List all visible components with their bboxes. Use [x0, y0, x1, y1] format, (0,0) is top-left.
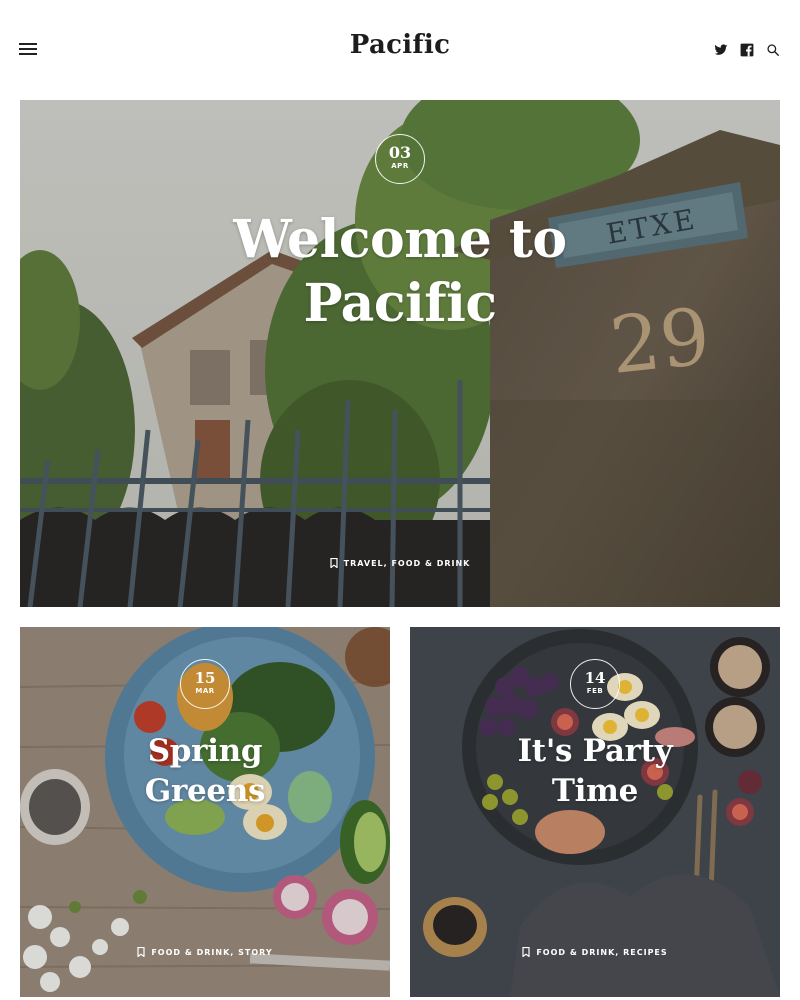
- post-title-line: Welcome to: [233, 209, 567, 270]
- post-title-line: Time: [551, 773, 639, 809]
- post-title[interactable]: It's Party Time: [410, 731, 780, 811]
- featured-post[interactable]: ETXE 29 03 APR Welcome to Pacific TRAVEL…: [20, 100, 780, 607]
- bookmark-icon: [522, 947, 530, 957]
- post-categories[interactable]: FOOD & DRINK, STORY: [20, 947, 390, 957]
- post-categories-label: FOOD & DRINK, RECIPES: [536, 948, 668, 957]
- post-date-month: MAR: [195, 687, 215, 695]
- search-icon[interactable]: [766, 43, 780, 57]
- post-date-day: 15: [194, 669, 216, 687]
- post-categories[interactable]: TRAVEL, FOOD & DRINK: [20, 558, 780, 568]
- facebook-icon[interactable]: [740, 43, 754, 57]
- post-date-badge: 14 FEB: [570, 659, 620, 709]
- post-title[interactable]: Spring Greens: [20, 731, 390, 811]
- post-title[interactable]: Welcome to Pacific: [20, 208, 780, 336]
- post-title-line: Greens: [144, 773, 266, 809]
- post-card[interactable]: 14 FEB It's Party Time FOOD & DRINK, REC…: [410, 627, 780, 997]
- header-actions: [714, 42, 780, 58]
- post-card[interactable]: 15 MAR Spring Greens FOOD & DRINK, STORY: [20, 627, 390, 997]
- site-logo[interactable]: Pacific: [0, 30, 800, 60]
- post-title-line: Spring: [147, 733, 263, 769]
- post-categories[interactable]: FOOD & DRINK, RECIPES: [410, 947, 780, 957]
- post-title-line: Pacific: [303, 273, 497, 334]
- site-header: Pacific: [0, 0, 800, 100]
- post-date-badge: 03 APR: [375, 134, 425, 184]
- bookmark-icon: [137, 947, 145, 957]
- twitter-icon[interactable]: [714, 43, 728, 57]
- bookmark-icon: [330, 558, 338, 568]
- post-date-day: 03: [388, 143, 412, 162]
- post-date-badge: 15 MAR: [180, 659, 230, 709]
- post-date-day: 14: [584, 669, 606, 687]
- post-title-line: It's Party: [517, 733, 673, 769]
- post-date-month: APR: [391, 162, 409, 170]
- post-date-month: FEB: [586, 687, 604, 695]
- post-categories-label: TRAVEL, FOOD & DRINK: [343, 559, 471, 568]
- post-categories-label: FOOD & DRINK, STORY: [151, 948, 273, 957]
